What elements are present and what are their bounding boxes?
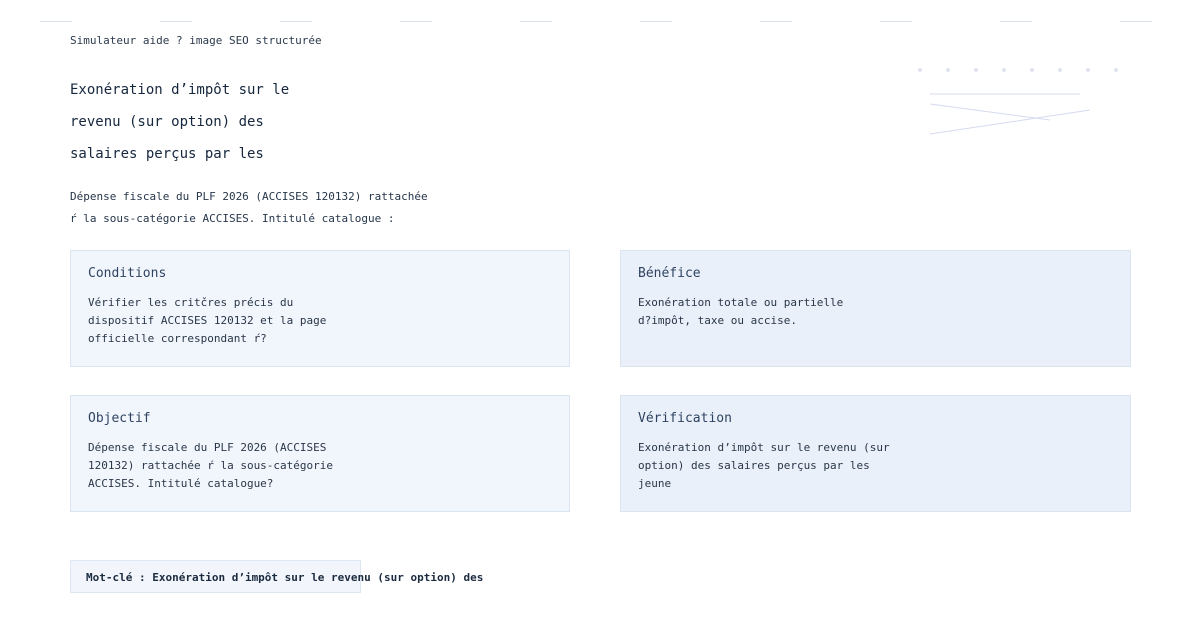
deco-line: [929, 103, 1051, 121]
intro-line: ŕ la sous-catégorie ACCISES. Intitulé ca…: [70, 212, 395, 225]
card-line: Vérifier les critčres précis du: [88, 296, 294, 309]
card-body: Exonération d’impôt sur le revenu (sur o…: [638, 439, 890, 493]
card-title: Conditions: [88, 266, 167, 281]
top-dash: [160, 21, 192, 22]
top-dash: [1000, 21, 1032, 22]
card-body: Dépense fiscale du PLF 2026 (ACCISES 120…: [88, 439, 333, 493]
top-dash: [520, 21, 552, 22]
top-dash: [1120, 21, 1152, 22]
card-line: ACCISES. Intitulé catalogue?: [88, 477, 274, 490]
top-dash: [400, 21, 432, 22]
intro-text: Dépense fiscale du PLF 2026 (ACCISES 120…: [70, 186, 428, 230]
title-line: Exonération d’impôt sur le: [70, 82, 290, 98]
title-line: revenu (sur option) des: [70, 114, 264, 130]
intro-line: Dépense fiscale du PLF 2026 (ACCISES 120…: [70, 190, 428, 203]
card-line: officielle correspondant ŕ?: [88, 332, 267, 345]
card-line: Exonération totale ou partielle: [638, 296, 844, 309]
card-line: Exonération d’impôt sur le revenu (sur: [638, 441, 890, 454]
card-title: Bénéfice: [638, 266, 701, 281]
card-conditions: Conditions Vérifier les critčres précis …: [70, 250, 570, 367]
deco-line: [929, 109, 1091, 135]
card-verification: Vérification Exonération d’impôt sur le …: [620, 395, 1131, 512]
card-line: jeune: [638, 477, 672, 490]
card-line: d?impôt, taxe ou accise.: [638, 314, 797, 327]
card-line: 120132) rattachée ŕ la sous-catégorie: [88, 459, 334, 472]
card-benefice: Bénéfice Exonération totale ou partielle…: [620, 250, 1131, 367]
decorative-illustration: [918, 68, 1118, 135]
card-body: Exonération totale ou partielle d?impôt,…: [638, 294, 843, 330]
page-title: Exonération d’impôt sur le revenu (sur o…: [70, 74, 370, 170]
keyword-text: Mot-clé : Exonération d’impôt sur le rev…: [86, 571, 484, 584]
top-dash: [760, 21, 792, 22]
card-line: option) des salaires perçus par les: [638, 459, 870, 472]
title-line: salaires perçus par les: [70, 146, 264, 162]
keyword-badge: Mot-clé : Exonération d’impôt sur le rev…: [70, 560, 483, 593]
card-title: Vérification: [638, 411, 732, 426]
card-title: Objectif: [88, 411, 151, 426]
card-line: Dépense fiscale du PLF 2026 (ACCISES: [88, 441, 327, 454]
top-dash: [40, 21, 72, 22]
card-line: dispositif ACCISES 120132 et la page: [88, 314, 327, 327]
top-dash: [280, 21, 312, 22]
card-body: Vérifier les critčres précis du disposit…: [88, 294, 326, 348]
top-dash: [880, 21, 912, 22]
dot-row: [918, 68, 1118, 72]
top-dash: [640, 21, 672, 22]
page-kicker: Simulateur aide ? image SEO structurée: [70, 34, 322, 47]
card-objectif: Objectif Dépense fiscale du PLF 2026 (AC…: [70, 395, 570, 512]
